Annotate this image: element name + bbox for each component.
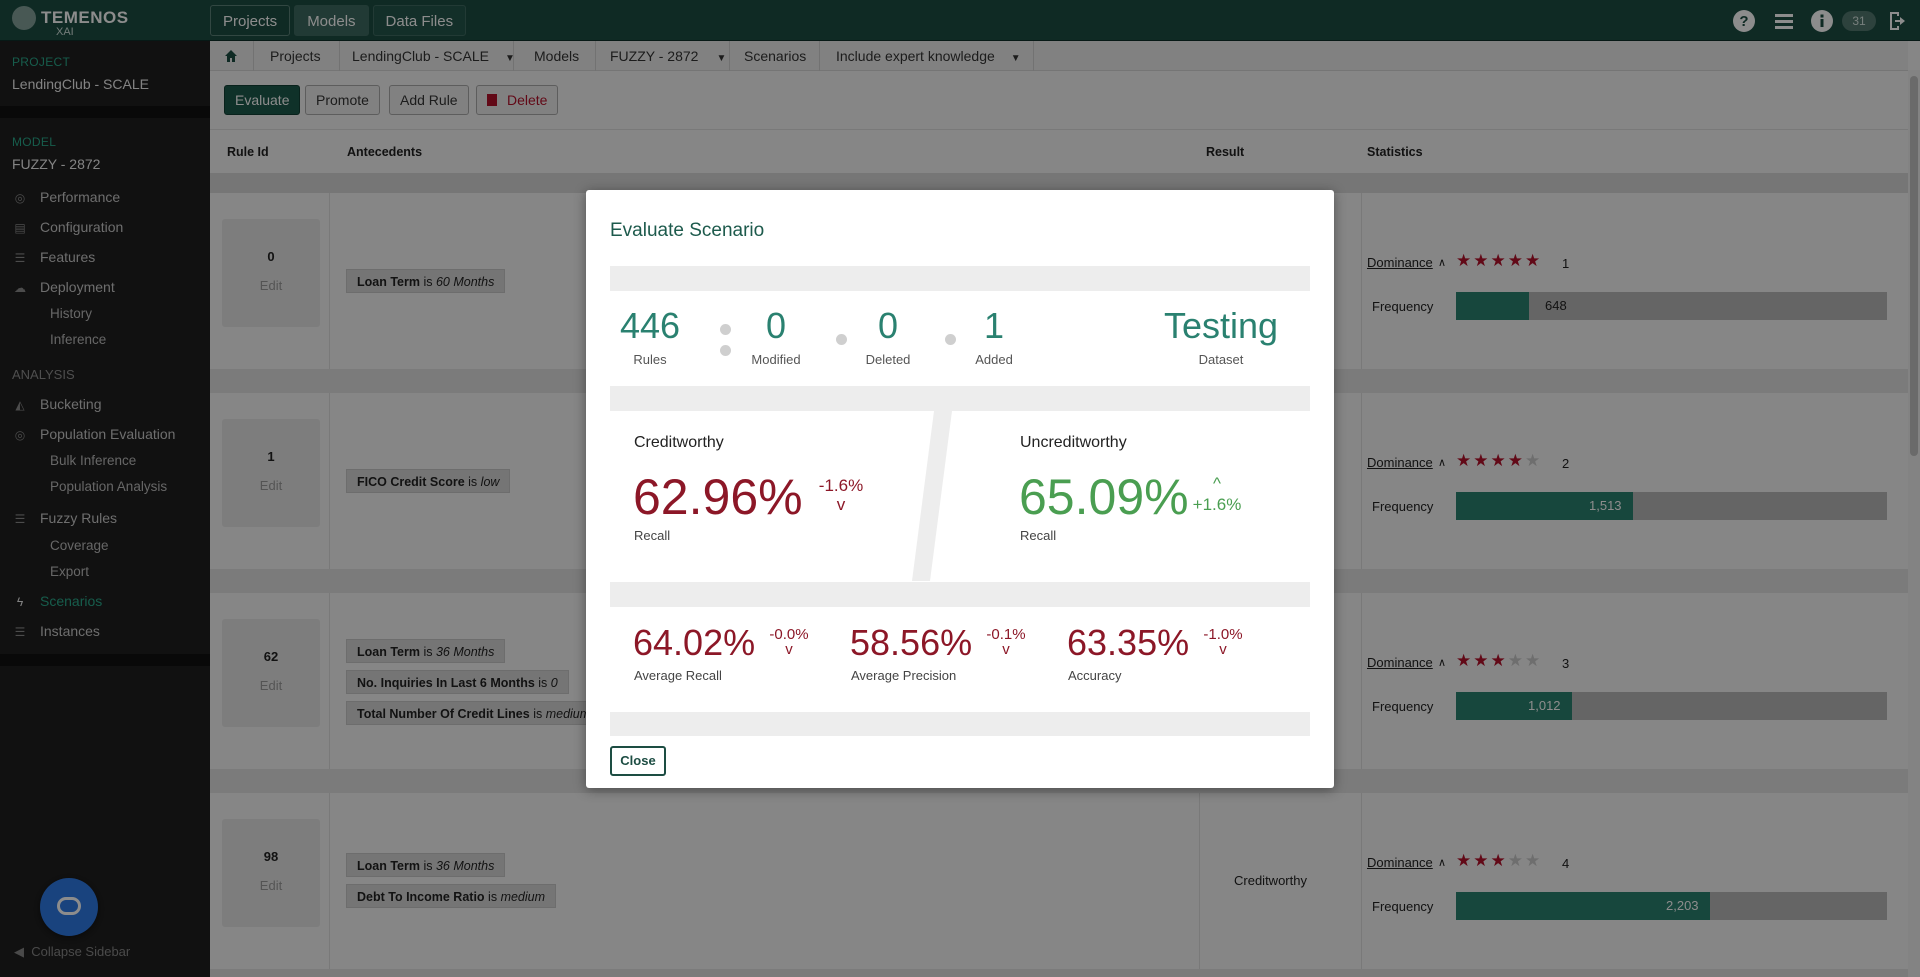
stat-deleted-value: 0 [877, 305, 899, 346]
stat-modified-value: 0 [765, 305, 787, 346]
panel-divider [912, 411, 952, 581]
uncreditworthy-recall-label: Recall [1020, 528, 1057, 543]
dataset-label: Dataset [1198, 352, 1244, 367]
separator-dot [836, 334, 847, 345]
dataset-value: Testing [1163, 305, 1279, 346]
modal-band [610, 582, 1310, 607]
separator-dot [720, 345, 731, 356]
stat-modified-label: Modified [751, 352, 801, 367]
average-precision-label: Average Precision [851, 668, 957, 683]
evaluate-scenario-modal: Evaluate Scenario 446 Rules 0 Modified 0… [586, 190, 1334, 788]
down-arrow-icon: v [836, 495, 846, 514]
down-arrow-icon: v [1219, 641, 1227, 658]
down-arrow-icon: v [785, 641, 793, 658]
down-arrow-icon: v [1002, 641, 1010, 658]
close-button[interactable]: Close [610, 746, 666, 776]
modal-title: Evaluate Scenario [610, 220, 765, 241]
uncreditworthy-delta: +1.6% [1192, 495, 1242, 514]
stat-added-label: Added [975, 352, 1013, 367]
modal-band [610, 712, 1310, 736]
creditworthy-title: Creditworthy [634, 434, 724, 451]
uncreditworthy-title: Uncreditworthy [1020, 434, 1127, 451]
separator-dot [720, 324, 731, 335]
accuracy-label: Accuracy [1068, 668, 1122, 683]
stat-rules-value: 446 [619, 305, 681, 346]
creditworthy-delta: -1.6% [818, 476, 864, 495]
stat-deleted-label: Deleted [865, 352, 911, 367]
stat-rules-label: Rules [633, 352, 667, 367]
average-recall-value: 64.02% [633, 622, 756, 663]
creditworthy-recall: 62.96% [633, 469, 803, 525]
modal-band [610, 266, 1310, 291]
stat-added-value: 1 [983, 305, 1005, 346]
creditworthy-recall-label: Recall [634, 528, 671, 543]
average-recall-label: Average Recall [634, 668, 722, 683]
uncreditworthy-recall: 65.09% [1019, 469, 1189, 525]
up-arrow-icon: ^ [1213, 474, 1221, 493]
accuracy-value: 63.35% [1067, 622, 1190, 663]
modal-band [610, 386, 1310, 411]
average-precision-value: 58.56% [850, 622, 973, 663]
